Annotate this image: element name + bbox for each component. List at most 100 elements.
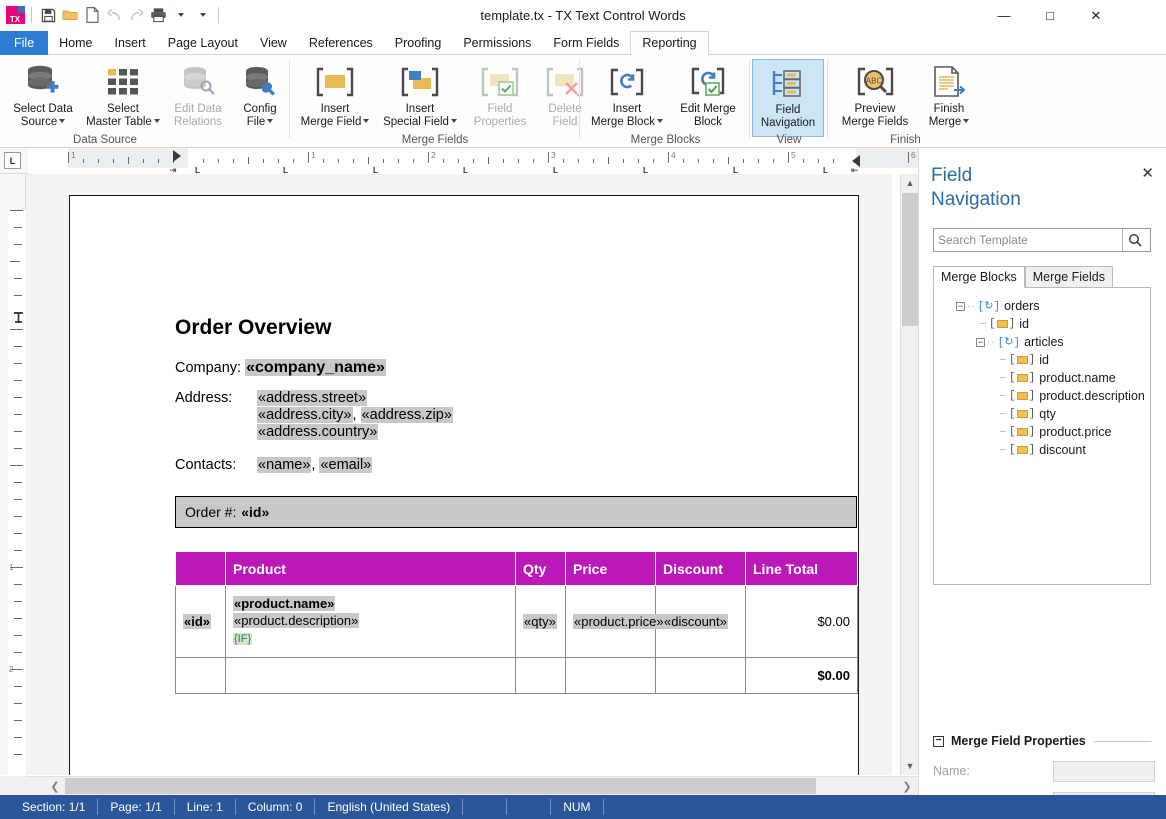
panel-close-icon[interactable]: ✕ bbox=[1141, 164, 1154, 182]
tab-home[interactable]: Home bbox=[48, 31, 103, 55]
ribbon-button-config-file[interactable]: Config File bbox=[231, 59, 289, 137]
merge-field-product-name[interactable]: «product.name» bbox=[233, 596, 336, 611]
ribbon-button-field-properties[interactable]: Field Properties bbox=[464, 59, 536, 137]
cell-product[interactable]: «product.name» «product.description» {IF… bbox=[225, 585, 516, 658]
ribbon-button-insert-special-field[interactable]: Insert Special Field bbox=[376, 59, 464, 137]
insert-merge-block-icon bbox=[606, 61, 648, 103]
status-column[interactable]: Column: 0 bbox=[236, 799, 316, 815]
search-template-box[interactable] bbox=[933, 228, 1151, 252]
merge-field-address-zip[interactable]: «address.zip» bbox=[360, 407, 453, 423]
ribbon-button-preview-merge-fields[interactable]: ABC Preview Merge Fields bbox=[832, 59, 918, 137]
horizontal-scrollbar[interactable]: ❮ ❯ bbox=[26, 776, 918, 795]
ruler-track[interactable]: 1 1 2 3 4 5 6 L L L L L L L L ⇥ ⇤ bbox=[28, 148, 918, 175]
status-blank-1[interactable] bbox=[463, 799, 508, 815]
tree-node-product-name[interactable]: ┄[] product.name bbox=[934, 369, 1150, 387]
ribbon-button-insert-merge-field[interactable]: Insert Merge Field bbox=[294, 59, 376, 137]
merge-field-price[interactable]: «product.price» bbox=[573, 614, 665, 629]
cell-discount[interactable]: «discount» bbox=[655, 585, 746, 658]
label-line2: Source bbox=[20, 116, 58, 128]
maximize-button[interactable]: □ bbox=[1027, 0, 1073, 31]
merge-field-properties-header[interactable]: − Merge Field Properties bbox=[933, 733, 1151, 749]
close-button[interactable]: ✕ bbox=[1073, 0, 1119, 31]
table-row[interactable]: «id» «product.name» «product.description… bbox=[175, 585, 858, 658]
cell-price[interactable]: «product.price» bbox=[565, 585, 665, 658]
status-line[interactable]: Line: 1 bbox=[175, 799, 236, 815]
status-section[interactable]: Section: 1/1 bbox=[10, 799, 99, 815]
document-content[interactable]: Order Overview Company: «company_name» A… bbox=[175, 316, 858, 694]
ribbon-button-finish-merge[interactable]: Finish Merge bbox=[918, 59, 980, 137]
search-icon[interactable] bbox=[1122, 229, 1146, 251]
collapse-icon[interactable]: − bbox=[933, 735, 944, 747]
vertical-scrollbar[interactable]: ▲ ▼ bbox=[900, 174, 918, 775]
status-num-lock[interactable]: NUM bbox=[551, 799, 604, 815]
tab-merge-fields[interactable]: Merge Fields bbox=[1024, 266, 1113, 288]
if-condition-marker[interactable]: {IF} bbox=[233, 633, 253, 645]
tab-references[interactable]: References bbox=[298, 31, 384, 55]
products-table[interactable]: Product Qty Price Discount Line Total «i… bbox=[175, 551, 858, 694]
tree-node-orders-id[interactable]: ┄ [] id bbox=[934, 315, 1150, 333]
tab-view[interactable]: View bbox=[249, 31, 298, 55]
tree-node-discount[interactable]: ┄[] discount bbox=[934, 441, 1150, 459]
merge-field-company-name[interactable]: «company_name» bbox=[245, 359, 386, 376]
tree-node-product-description[interactable]: ┄[] product.description bbox=[934, 387, 1150, 405]
tab-stop-selector[interactable]: L bbox=[4, 152, 21, 169]
cell-id[interactable]: «id» bbox=[175, 585, 226, 658]
tree-node-product-price[interactable]: ┄[] product.price bbox=[934, 423, 1150, 441]
merge-field-qty[interactable]: «qty» bbox=[523, 614, 557, 629]
tab-form-fields[interactable]: Form Fields bbox=[542, 31, 630, 55]
ribbon-button-edit-merge-block[interactable]: Edit Merge Block bbox=[669, 59, 747, 137]
ribbon-button-edit-data-relations[interactable]: Edit Data Relations bbox=[163, 59, 233, 137]
scroll-up-icon[interactable]: ▲ bbox=[901, 174, 919, 192]
vertical-indent-marker[interactable] bbox=[13, 312, 24, 326]
tab-merge-blocks[interactable]: Merge Blocks bbox=[933, 266, 1025, 288]
tab-page-layout[interactable]: Page Layout bbox=[157, 31, 249, 55]
merge-field-address-city[interactable]: «address.city» bbox=[257, 407, 353, 423]
ribbon-button-select-master-table[interactable]: Select Master Table bbox=[86, 59, 160, 137]
name-field[interactable] bbox=[1053, 760, 1155, 782]
merge-field-product-description[interactable]: «product.description» bbox=[233, 613, 360, 628]
status-language[interactable]: English (United States) bbox=[315, 799, 464, 815]
tab-file[interactable]: File bbox=[0, 31, 49, 55]
document-page[interactable]: Order Overview Company: «company_name» A… bbox=[69, 195, 859, 775]
merge-field-name[interactable]: «name» bbox=[257, 457, 312, 473]
merge-field-row-id[interactable]: «id» bbox=[183, 614, 212, 629]
table-total-row[interactable]: $0.00 bbox=[175, 657, 858, 694]
scroll-right-icon[interactable]: ❯ bbox=[898, 777, 916, 796]
merge-field-email[interactable]: «email» bbox=[319, 457, 373, 473]
status-blank-2[interactable] bbox=[507, 799, 552, 815]
first-line-indent-marker[interactable] bbox=[173, 150, 181, 162]
label-line2: Navigation bbox=[760, 117, 816, 129]
tab-insert[interactable]: Insert bbox=[104, 31, 157, 55]
tab-proofing[interactable]: Proofing bbox=[384, 31, 453, 55]
tree-node-qty[interactable]: ┄[] qty bbox=[934, 405, 1150, 423]
scroll-left-icon[interactable]: ❮ bbox=[46, 777, 64, 796]
vertical-ruler[interactable]: 1 2 bbox=[0, 174, 26, 775]
merge-field-order-id[interactable]: «id» bbox=[240, 504, 271, 520]
tree-node-orders[interactable]: − ·· [↻] orders bbox=[934, 297, 1150, 315]
merge-field-address-street[interactable]: «address.street» bbox=[257, 390, 368, 406]
tab-permissions[interactable]: Permissions bbox=[452, 31, 542, 55]
tree-node-articles[interactable]: − ·· [↻] articles bbox=[934, 333, 1150, 351]
tree-node-articles-id[interactable]: ┄[] id bbox=[934, 351, 1150, 369]
tab-reporting[interactable]: Reporting bbox=[630, 31, 709, 56]
collapse-icon[interactable]: − bbox=[956, 301, 965, 311]
cell-line-total[interactable]: $0.00 bbox=[745, 585, 858, 658]
order-number-box[interactable]: Order #: «id» bbox=[175, 496, 857, 528]
grid-table-icon bbox=[105, 61, 141, 103]
collapse-icon[interactable]: − bbox=[976, 337, 985, 347]
minimize-button[interactable]: — bbox=[981, 0, 1027, 31]
merge-field-address-country[interactable]: «address.country» bbox=[257, 424, 379, 440]
ribbon-button-field-navigation[interactable]: Field Navigation bbox=[752, 59, 824, 137]
horizontal-scroll-thumb[interactable] bbox=[65, 778, 816, 794]
ribbon-button-select-data-source[interactable]: Select Data Source bbox=[6, 59, 80, 137]
status-page[interactable]: Page: 1/1 bbox=[98, 799, 175, 815]
field-tree[interactable]: − ·· [↻] orders ┄ [] id − ·· [↻] articles … bbox=[933, 287, 1151, 585]
cell-qty[interactable]: «qty» bbox=[515, 585, 566, 658]
horizontal-ruler[interactable]: L 1 1 2 3 4 5 6 L L L L L L L L ⇥ ⇤ bbox=[0, 148, 918, 175]
ribbon-button-insert-merge-block[interactable]: Insert Merge Block bbox=[585, 59, 669, 137]
document-canvas[interactable]: Order Overview Company: «company_name» A… bbox=[26, 174, 892, 775]
merge-field-discount[interactable]: «discount» bbox=[663, 614, 728, 629]
scroll-down-icon[interactable]: ▼ bbox=[901, 757, 919, 775]
search-input[interactable] bbox=[934, 230, 1122, 250]
vertical-scroll-thumb[interactable] bbox=[902, 193, 918, 326]
